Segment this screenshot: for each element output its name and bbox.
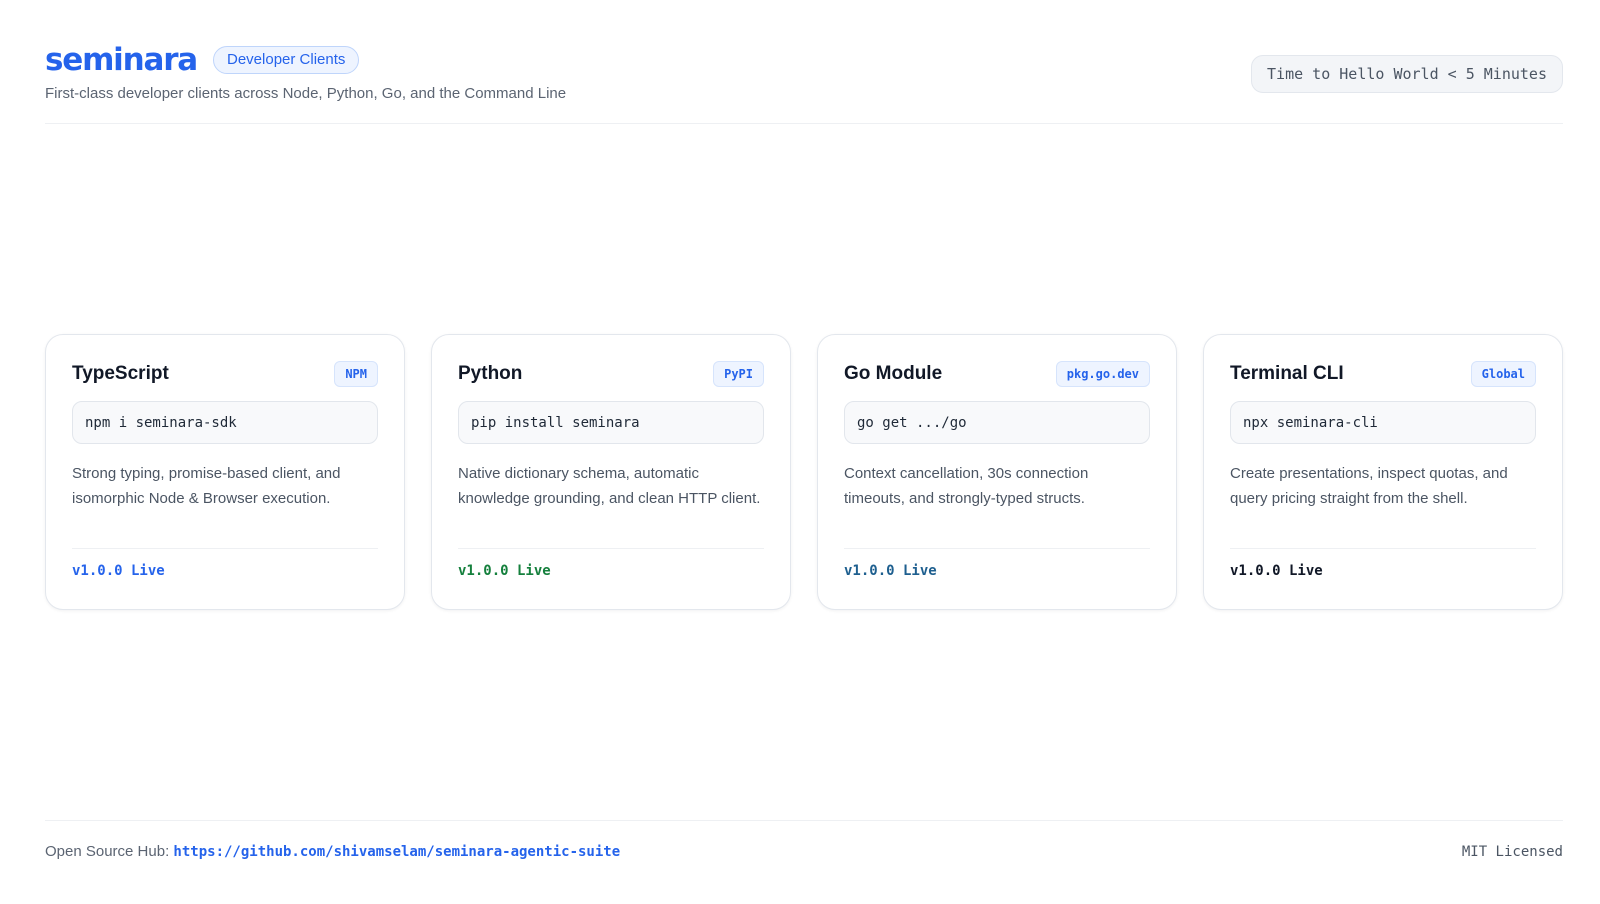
version-status: v1.0.0 Live <box>458 548 764 579</box>
card-title: TypeScript <box>72 363 169 384</box>
registry-badge: Global <box>1470 361 1536 387</box>
card-header: Python PyPI <box>458 360 764 388</box>
install-command[interactable]: pip install seminara <box>458 401 764 444</box>
card-header: Terminal CLI Global <box>1230 360 1536 388</box>
developer-clients-pill: Developer Clients <box>213 46 360 74</box>
seminara-logo[interactable]: seminara <box>45 40 198 80</box>
card-description: Strong typing, promise-based client, and… <box>72 465 341 507</box>
registry-badge: pkg.go.dev <box>1055 361 1150 387</box>
hello-world-badge: Time to Hello World < 5 Minutes <box>1251 55 1563 93</box>
card-title: Python <box>458 363 523 384</box>
page-header: seminara Developer Clients First-class d… <box>45 40 1563 124</box>
version-status: v1.0.0 Live <box>844 548 1150 579</box>
page: seminara Developer Clients First-class d… <box>0 0 1600 904</box>
github-link[interactable]: https://github.com/shivamselam/seminara-… <box>173 844 620 860</box>
card-description: Create presentations, inspect quotas, an… <box>1230 465 1508 507</box>
client-card-cli: Terminal CLI Global npx seminara-cli Cre… <box>1203 334 1563 610</box>
version-status: v1.0.0 Live <box>72 548 378 579</box>
install-command[interactable]: npx seminara-cli <box>1230 401 1536 444</box>
card-header: TypeScript NPM <box>72 360 378 388</box>
card-title: Terminal CLI <box>1230 363 1344 384</box>
open-source-hub: Open Source Hub: https://github.com/shiv… <box>45 843 620 860</box>
registry-badge: PyPI <box>713 361 764 387</box>
card-description: Context cancellation, 30s connection tim… <box>844 465 1089 507</box>
page-footer: Open Source Hub: https://github.com/shiv… <box>45 820 1563 860</box>
card-header: Go Module pkg.go.dev <box>844 360 1150 388</box>
client-card-typescript: TypeScript NPM npm i seminara-sdk Strong… <box>45 334 405 610</box>
install-command[interactable]: go get .../go <box>844 401 1150 444</box>
client-card-python: Python PyPI pip install seminara Native … <box>431 334 791 610</box>
registry-badge: NPM <box>334 361 378 387</box>
version-status: v1.0.0 Live <box>1230 548 1536 579</box>
license-label: MIT Licensed <box>1461 843 1563 860</box>
hub-label: Open Source Hub: <box>45 843 174 860</box>
card-description: Native dictionary schema, automatic know… <box>458 465 761 507</box>
install-command[interactable]: npm i seminara-sdk <box>72 401 378 444</box>
card-title: Go Module <box>844 363 943 384</box>
client-card-go: Go Module pkg.go.dev go get .../go Conte… <box>817 334 1177 610</box>
client-cards: TypeScript NPM npm i seminara-sdk Strong… <box>45 334 1563 610</box>
